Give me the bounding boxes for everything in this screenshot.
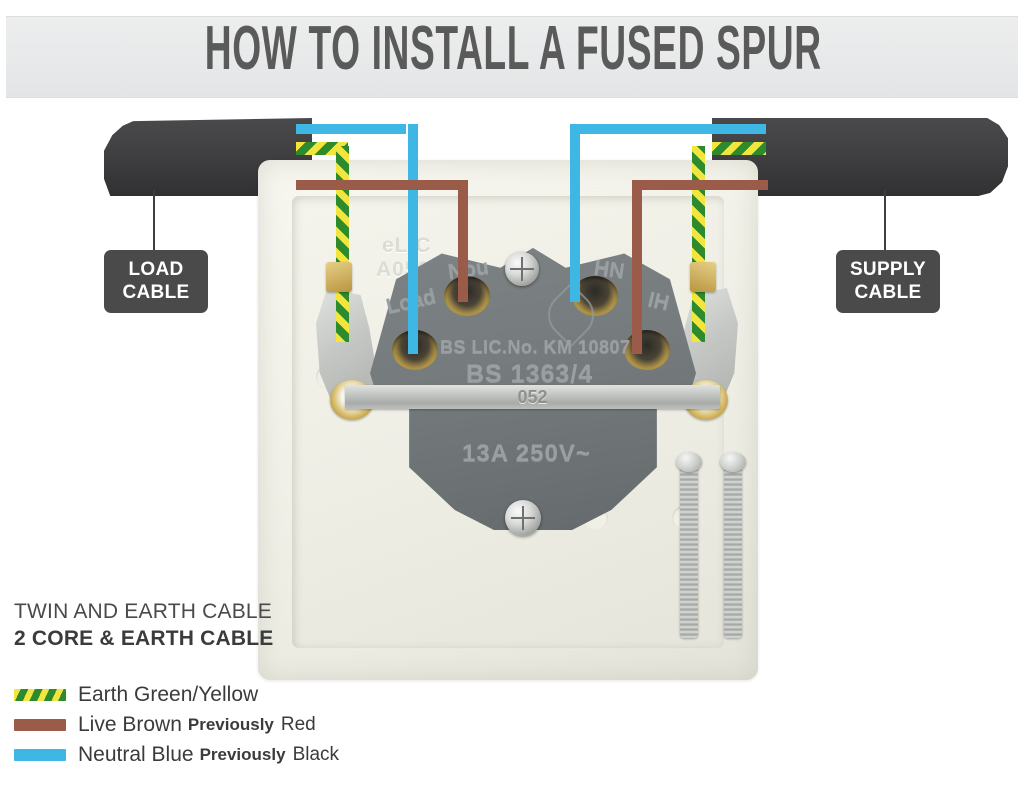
- earth-color-swatch: [14, 689, 66, 701]
- supply-live-wire-vertical: [632, 180, 642, 354]
- neutral-color-swatch: [14, 749, 66, 761]
- load-neutral-wire-vertical: [408, 124, 418, 354]
- supply-callout-line1: SUPPLY: [849, 259, 927, 280]
- supply-neutral-wire-horizontal: [576, 124, 766, 134]
- legend-label-earth: Earth Green/Yellow: [78, 683, 259, 706]
- mounting-strap: 052: [345, 385, 720, 409]
- bs-licence-marking: BS LIC.No. KM 10807: [440, 337, 631, 357]
- legend-old-color-live: Red: [280, 714, 316, 735]
- supply-callout-line2: CABLE: [854, 282, 922, 303]
- load-callout-line2: CABLE: [122, 282, 190, 303]
- load-callout-leader-line: [153, 190, 155, 252]
- legend-label-live: Live Brown: [78, 713, 182, 736]
- legend-row-neutral: Neutral Blue Previously Black: [14, 740, 434, 770]
- load-cable-callout[interactable]: LOAD CABLE: [104, 250, 208, 313]
- legend-row-earth: Earth Green/Yellow: [14, 680, 434, 710]
- rating-marking: 13A 250V~: [462, 440, 591, 467]
- cable-type-line-2: 2 CORE & EARTH CABLE: [14, 627, 274, 650]
- module-screw-top: [505, 252, 539, 286]
- legend-row-live: Live Brown Previously Red: [14, 710, 434, 740]
- cable-type-line-1: TWIN AND EARTH CABLE: [14, 600, 272, 623]
- load-neutral-wire-horizontal: [296, 124, 406, 134]
- fixing-screw-head-left: [676, 452, 702, 472]
- live-color-swatch: [14, 719, 66, 731]
- legend-old-color-neutral: Black: [292, 744, 340, 765]
- strap-code-marking: 052: [517, 387, 548, 407]
- supply-earth-wire-vertical: [692, 146, 705, 342]
- load-live-wire-horizontal: [296, 180, 464, 190]
- supply-callout-leader-line: [884, 190, 886, 252]
- plate-emboss-text-1: eLIC: [382, 234, 432, 257]
- legend-note-neutral: Previously: [199, 745, 286, 764]
- fixing-screw-long-left: [680, 466, 698, 638]
- earth-terminal-screw-left: [326, 262, 352, 292]
- supply-live-wire-horizontal: [634, 180, 768, 190]
- module-screw-bottom: [505, 500, 541, 536]
- supply-earth-wire-horizontal: [712, 142, 766, 155]
- supply-neutral-wire-vertical: [570, 124, 580, 302]
- supply-cable-callout[interactable]: SUPPLY CABLE: [836, 250, 940, 313]
- terminal-label-in-top: HN: [592, 256, 626, 284]
- legend-label-neutral: Neutral Blue: [78, 743, 194, 766]
- load-live-wire-vertical: [458, 180, 468, 302]
- fixing-screw-long-right: [724, 466, 742, 638]
- page-title: HOW TO INSTALL A FUSED SPUR: [204, 14, 822, 83]
- load-earth-wire-vertical: [336, 146, 349, 342]
- legend: TWIN AND EARTH CABLE 2 CORE & EARTH CABL…: [14, 598, 434, 770]
- terminal-supply-live: [624, 330, 670, 370]
- fixing-screw-head-right: [720, 452, 746, 472]
- legend-note-live: Previously: [187, 715, 274, 734]
- earth-terminal-screw-right: [690, 262, 716, 292]
- load-callout-line1: LOAD: [128, 259, 184, 280]
